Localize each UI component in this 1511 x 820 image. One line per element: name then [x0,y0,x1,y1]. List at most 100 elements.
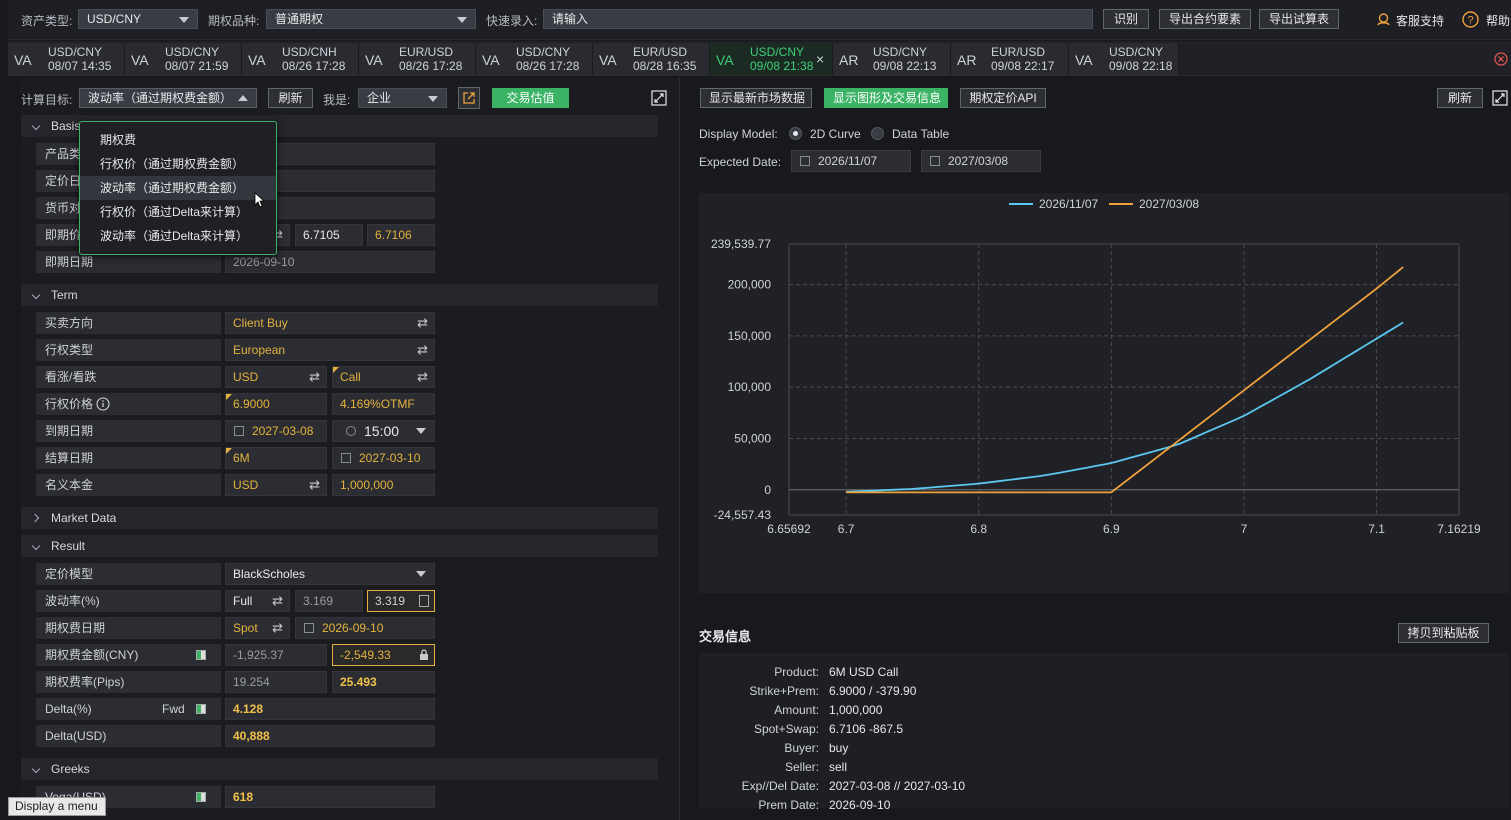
swap-icon[interactable]: ⇄ [309,367,320,387]
expected-date-1[interactable]: 2026/11/07 [791,150,911,172]
swap-icon[interactable]: ⇄ [417,367,428,387]
dropdown-option-3[interactable]: 行权价（通过Delta来计算） [80,200,276,224]
dropdown-option-2[interactable]: 波动率（通过期权费金额） [80,176,276,200]
flag-icon [196,650,206,660]
spot-bid-field[interactable]: 6.7105 [295,224,363,246]
premium-rate-field-2[interactable]: 25.493 [332,671,435,693]
y-tick-label: 200,000 [728,278,772,292]
dropdown-option-0[interactable]: 期权费 [80,128,276,152]
tab-3[interactable]: VA EUR/USD 08/26 17:28 [359,43,476,75]
tenor-field[interactable]: 6M [225,447,327,469]
tab-2[interactable]: VA USD/CNH 08/26 17:28 [242,43,359,75]
swap-icon[interactable]: ⇄ [309,475,320,495]
strike-otm-field[interactable]: 4.169%OTMF [332,393,435,415]
customer-support-link[interactable]: 客服支持 [1376,10,1456,30]
trade-valuation-button[interactable]: 交易估值 [492,88,569,108]
chevron-down-icon [416,571,426,577]
tab-close-icon[interactable]: × [816,51,824,67]
settle-date-field[interactable]: 2027-03-10 [332,447,435,469]
show-market-data-button[interactable]: 显示最新市场数据 [700,88,812,108]
section-market-header[interactable]: Market Data [21,507,658,529]
dropdown-option-1[interactable]: 行权价（通过期权费金额） [80,152,276,176]
recognize-button[interactable]: 识别 [1103,9,1149,29]
tab-0[interactable]: VA USD/CNY 08/07 14:35 [8,43,125,75]
swap-icon[interactable]: ⇄ [417,313,428,333]
swap-icon[interactable]: ⇄ [272,618,283,638]
premium-date-field[interactable]: 2026-09-10 [295,617,435,639]
dropdown-option-4[interactable]: 波动率（通过Delta来计算） [80,224,276,248]
calc-target-select[interactable]: 波动率（通过期权费金额） [79,88,257,108]
payoff-chart: 6.65692 6.7 6.8 6.9 7 7.1 7.16219 239,539.77 200… [699,193,1509,593]
clock-icon [346,426,356,436]
exercise-type-label: 行权类型 [36,339,221,361]
notional-field[interactable]: 1,000,000 [332,474,435,496]
radio-data-table-label[interactable]: Data Table [892,127,949,141]
expiry-date-field[interactable]: 2027-03-08 [225,420,327,442]
y-tick-label: 239,539.77 [711,237,771,251]
refresh-button[interactable]: 刷新 [268,88,313,108]
right-refresh-button[interactable]: 刷新 [1437,88,1483,108]
direction-field[interactable]: Client Buy ⇄ [225,312,435,334]
calculator-icon[interactable] [419,595,429,607]
tab-4[interactable]: VA USD/CNY 08/26 17:28 [476,43,593,75]
tab-pair: USD/CNH [282,45,337,59]
help-link[interactable]: ? 帮助 [1462,10,1511,30]
vol-field-2[interactable]: 3.319 [367,590,435,612]
expand-right-icon[interactable] [1492,90,1508,109]
vol-mode-field[interactable]: Full ⇄ [225,590,290,612]
premium-amount-field-1[interactable]: -1,925.37 [225,644,327,666]
flag-icon [196,704,206,714]
strike-field[interactable]: 6.9000 [225,393,327,415]
call-put-currency-field[interactable]: USD ⇄ [225,366,327,388]
asset-type-select[interactable]: USD/CNY [78,9,198,29]
section-greeks-header[interactable]: Greeks [21,758,658,780]
x-tick-label: 6.65692 [767,522,811,536]
expiry-time-field[interactable]: 15:00 [332,420,435,442]
call-put-field[interactable]: Call ⇄ [332,366,435,388]
option-pricing-api-button[interactable]: 期权定价API [960,88,1046,108]
section-title: Basis [51,119,81,133]
calc-target-label: 计算目标: [21,93,73,107]
share-button[interactable] [458,87,480,109]
export-trial-button[interactable]: 导出试算表 [1259,9,1339,29]
tab-5[interactable]: VA EUR/USD 08/28 16:35 [593,43,710,75]
pricing-model-select[interactable]: BlackScholes [225,563,435,585]
notional-currency-field[interactable]: USD ⇄ [225,474,327,496]
radio-data-table[interactable] [871,127,884,140]
chevron-down-icon [31,541,41,551]
tab-6[interactable]: VA USD/CNY 09/08 21:38 × [710,43,833,75]
radio-2d-curve[interactable] [789,127,802,140]
premium-rate-field-1[interactable]: 19.254 [225,671,327,693]
tab-pair: USD/CNY [165,45,220,59]
radio-2d-curve-label[interactable]: 2D Curve [810,127,861,141]
expand-left-icon[interactable] [651,90,667,109]
premium-amount-field-2[interactable]: -2,549.33 [332,644,435,666]
chevron-down-icon [31,121,41,131]
tab-7[interactable]: AR USD/CNY 09/08 22:13 [833,43,951,75]
swap-icon[interactable]: ⇄ [417,340,428,360]
tab-time: 09/08 21:38 [750,59,814,73]
swap-icon[interactable]: ⇄ [272,591,283,611]
close-all-icon[interactable] [1494,52,1508,69]
tab-8[interactable]: AR EUR/USD 09/08 22:17 [951,43,1069,75]
export-contract-button[interactable]: 导出合约要素 [1159,9,1251,29]
x-tick-label: 7.1 [1368,522,1385,536]
premium-date-mode-field[interactable]: Spot ⇄ [225,617,290,639]
spot-ask-field[interactable]: 6.7106 [367,224,435,246]
copy-to-clipboard-button[interactable]: 拷贝到粘贴板 [1398,623,1489,643]
vol-field-1[interactable]: 3.169 [295,590,363,612]
premium-amount-label: 期权费金额(CNY) [36,644,221,666]
tab-9[interactable]: VA USD/CNY 09/08 22:18 [1069,43,1179,75]
quick-entry-input[interactable]: 请输入 [543,9,1093,29]
lock-icon[interactable] [419,649,429,661]
expected-date-2[interactable]: 2027/03/08 [921,150,1041,172]
info-icon[interactable] [96,397,110,411]
tab-1[interactable]: VA USD/CNY 08/07 21:59 [125,43,242,75]
section-term-header[interactable]: Term [21,284,658,306]
delta-label: Delta(%) Fwd [36,698,221,720]
option-type-select[interactable]: 普通期权 [266,9,476,29]
i-am-select[interactable]: 企业 [358,88,447,108]
section-result-header[interactable]: Result [21,535,658,557]
exercise-type-field[interactable]: European ⇄ [225,339,435,361]
show-graph-button[interactable]: 显示图形及交易信息 [824,88,948,108]
